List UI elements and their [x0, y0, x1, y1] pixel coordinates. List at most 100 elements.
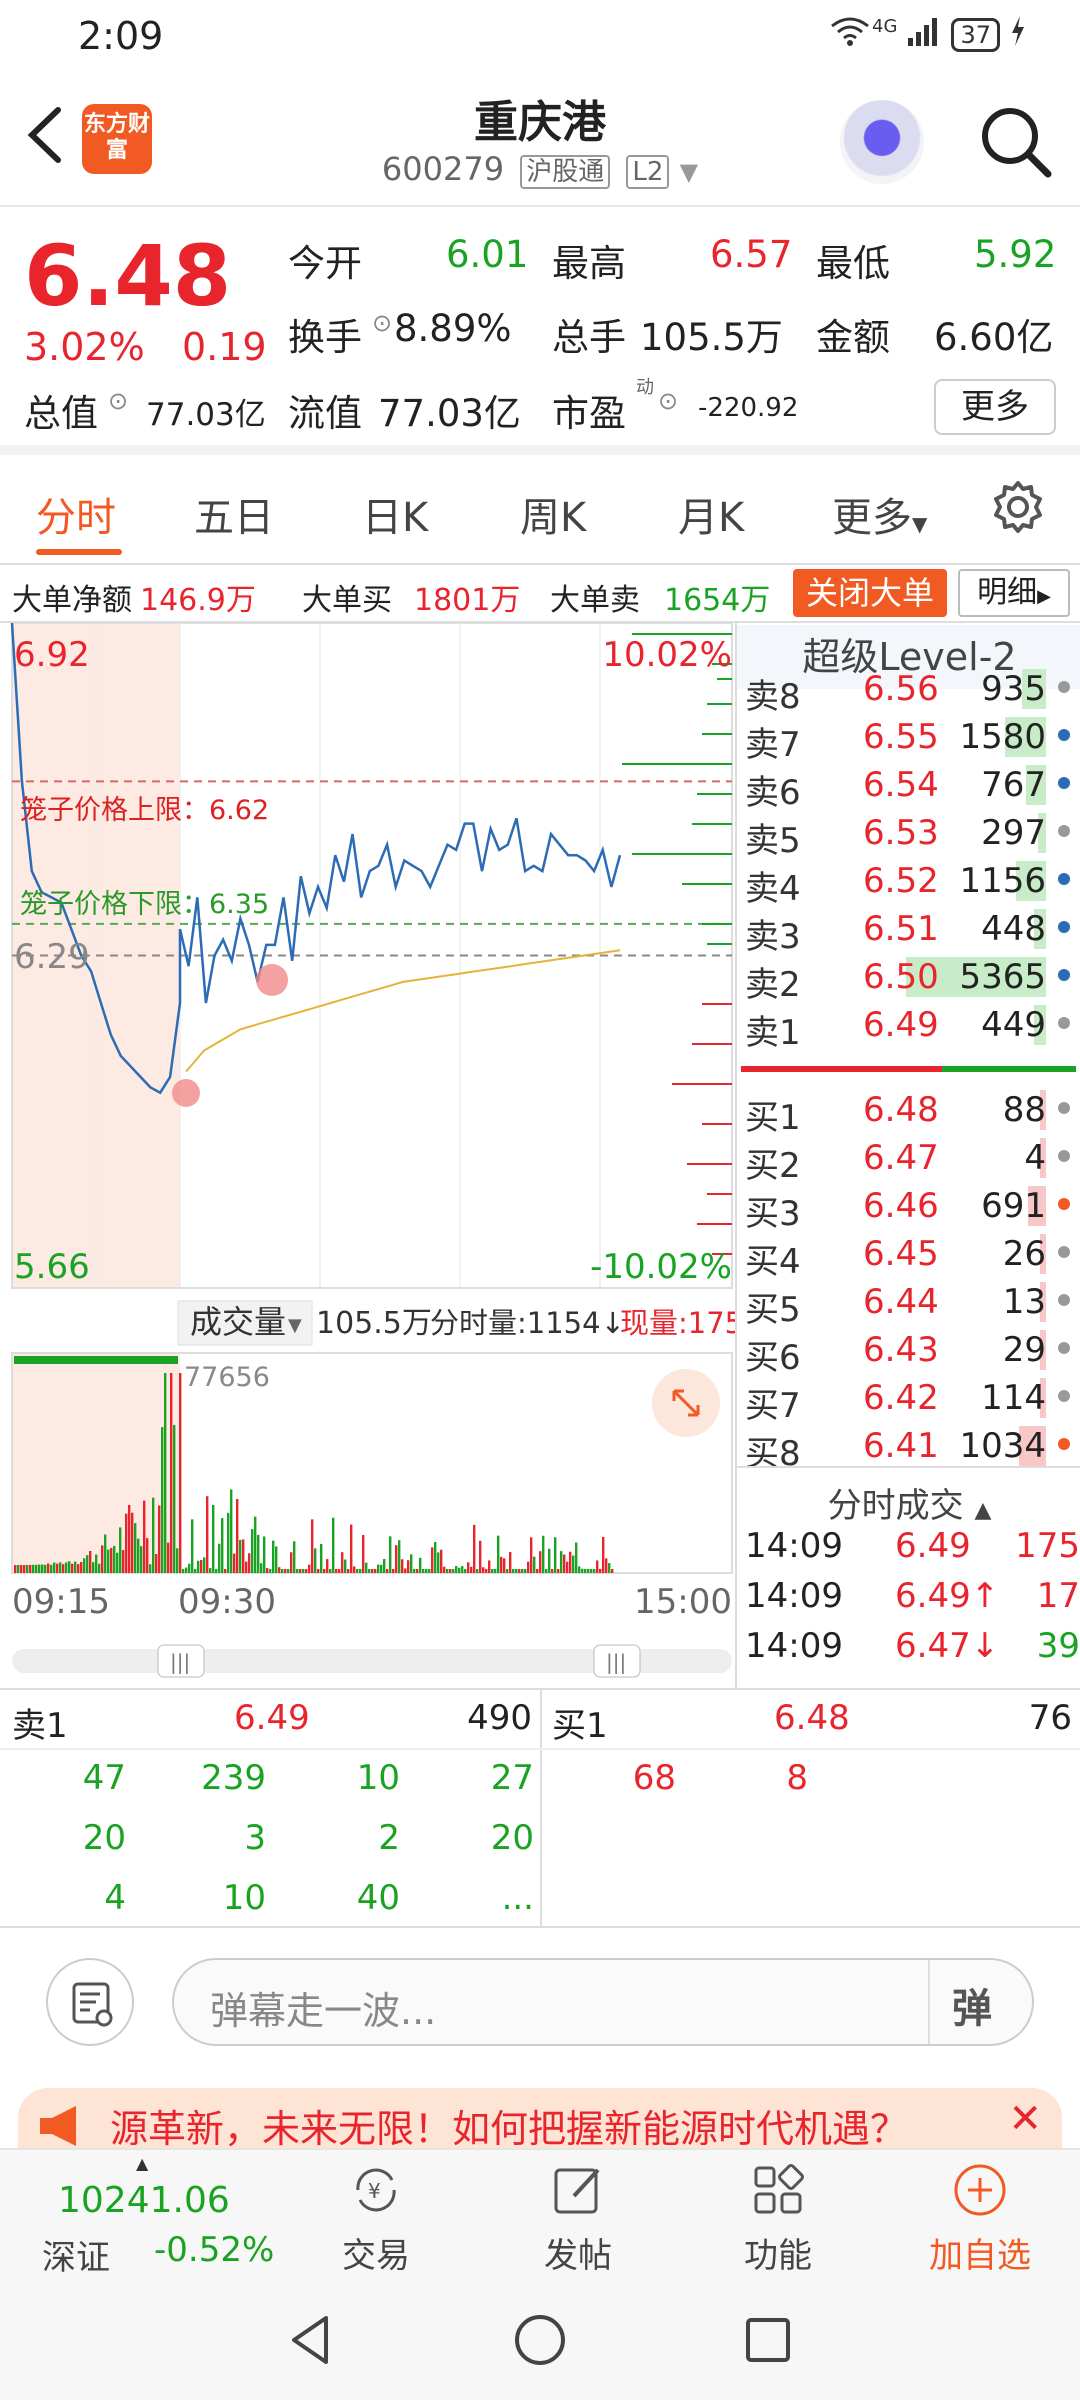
- big-order-bar: 大单净额 146.9万 大单买 1801万 大单卖 1654万 关闭大单 明细▶: [0, 565, 1080, 623]
- nav-trade[interactable]: ¥ 交易: [306, 2160, 446, 2277]
- more-quote-button[interactable]: 更多: [934, 379, 1056, 435]
- assistant-robot-icon[interactable]: [840, 100, 924, 184]
- volume-bar: [38, 1564, 41, 1573]
- ask-level-label: 卖4: [745, 869, 801, 909]
- home-circle-icon[interactable]: [510, 2310, 570, 2370]
- volume-bar: [41, 1564, 44, 1573]
- indicator-dot: [1058, 729, 1070, 741]
- detail-button[interactable]: 明细▶: [958, 569, 1070, 617]
- ask-row[interactable]: 卖4 6.52 1156: [745, 857, 1080, 909]
- info-circle-icon[interactable]: ⊙: [658, 387, 678, 415]
- bid-level-label: 买6: [745, 1338, 801, 1378]
- ask-row[interactable]: 卖8 6.56 935: [745, 665, 1080, 717]
- ask-row[interactable]: 卖5 6.53 297: [745, 809, 1080, 861]
- bid-row[interactable]: 买2 6.47 4: [745, 1134, 1080, 1186]
- depth-bar: [707, 1193, 732, 1195]
- grip-icon: |||: [170, 1650, 190, 1674]
- intraday-chart[interactable]: 6.92 6.29 5.66 10.02% -10.02% 笼子价格上限：6.6…: [0, 622, 743, 1688]
- trades-title[interactable]: 分时成交 ▲: [737, 1478, 1080, 1527]
- ask-row[interactable]: 卖7 6.55 1580: [745, 713, 1080, 765]
- bottom-nav: ▲ 10241.06 深证 -0.52% ¥ 交易 发帖 功能 加自选: [0, 2148, 1080, 2280]
- level2-panel: 超级Level-2 卖8 6.56 935 卖7 6.55 1580 卖6 6.54 767 卖5…: [735, 623, 1080, 1688]
- search-button[interactable]: [976, 102, 1054, 180]
- triangle-up-icon: ▲: [974, 1498, 992, 1523]
- volume-bar: [29, 1564, 32, 1573]
- bid-quantity: 114: [981, 1378, 1046, 1418]
- intraday-chart-area[interactable]: 6.92 6.29 5.66 10.02% -10.02% 笼子价格上限：6.6…: [0, 622, 743, 1688]
- bid-row[interactable]: 买8 6.41 1034: [745, 1422, 1080, 1474]
- volume-bar: [155, 1554, 158, 1573]
- volume-bar: [566, 1561, 569, 1573]
- promo-banner[interactable]: 源革新，未来无限！如何把握新能源时代机遇？ ✕: [18, 2088, 1062, 2148]
- danmaku-input[interactable]: 弹幕走一波... 弹: [172, 1958, 1034, 2046]
- volume-bar: [17, 1564, 20, 1573]
- y-prev-label: 6.29: [14, 937, 90, 977]
- ask-price: 6.54: [863, 765, 939, 805]
- dropdown-triangle-icon[interactable]: ▼: [680, 158, 698, 186]
- gear-icon: [994, 481, 1042, 533]
- tab-monthly-k[interactable]: 月K: [678, 485, 744, 543]
- volume-bar: [386, 1569, 389, 1573]
- ask-row[interactable]: 卖2 6.50 5365: [745, 953, 1080, 1005]
- volume-bar: [224, 1569, 227, 1573]
- recent-apps-icon[interactable]: [738, 2310, 798, 2370]
- buy-marker[interactable]: [172, 1079, 200, 1107]
- indicator-dot: [1058, 1017, 1070, 1029]
- bid-row[interactable]: 买7 6.42 114: [745, 1374, 1080, 1426]
- divider: [737, 1466, 1080, 1468]
- depth-bar: [632, 853, 732, 855]
- volume-bar: [140, 1546, 143, 1573]
- tab-intraday[interactable]: 分时: [36, 485, 116, 543]
- volume-bar: [398, 1540, 401, 1573]
- volume-bar: [551, 1569, 554, 1573]
- volume-bar: [467, 1562, 470, 1573]
- quote-panel: 6.48 3.02% 0.19 今开 6.01 最高 6.57 最低 5.92 …: [0, 207, 1080, 455]
- index-value: 10241.06: [58, 2180, 230, 2221]
- indicator-dot: [1058, 777, 1070, 789]
- tab-weekly-k[interactable]: 周K: [520, 485, 586, 543]
- volume-bar: [413, 1569, 416, 1573]
- volume-bar: [275, 1546, 278, 1573]
- bid-price: 6.46: [863, 1186, 939, 1226]
- preopen-volume-bar: [14, 1356, 178, 1364]
- settings-button[interactable]: [990, 479, 1046, 535]
- tab-more[interactable]: 更多▼: [832, 485, 927, 543]
- volume-bar: [173, 1424, 176, 1573]
- active-tab-indicator: [36, 549, 122, 555]
- back-triangle-icon[interactable]: [282, 2310, 342, 2370]
- bid-row[interactable]: 买5 6.44 13: [745, 1278, 1080, 1330]
- nav-function[interactable]: 功能: [708, 2160, 848, 2277]
- tab-daily-k[interactable]: 日K: [362, 485, 428, 543]
- info-circle-icon[interactable]: ⊙: [372, 309, 392, 337]
- note-settings-button[interactable]: [46, 1958, 134, 2046]
- ask-row[interactable]: 卖3 6.51 448: [745, 905, 1080, 957]
- ask-row[interactable]: 卖1 6.49 449: [745, 1001, 1080, 1053]
- index-ticker[interactable]: ▲ 10241.06 深证 -0.52%: [20, 2154, 280, 2278]
- volume-bar: [485, 1569, 488, 1573]
- close-icon[interactable]: ✕: [1008, 2096, 1042, 2142]
- info-circle-icon[interactable]: ⊙: [108, 387, 128, 415]
- volume-bar: [326, 1559, 329, 1573]
- sell-marker[interactable]: [256, 964, 288, 996]
- volume-selector-label: 成交量: [190, 1303, 286, 1341]
- bid-row[interactable]: 买6 6.43 29: [745, 1326, 1080, 1378]
- queue-order: 27: [490, 1758, 534, 1798]
- volume-bar: [521, 1569, 524, 1573]
- close-big-order-button[interactable]: 关闭大单: [793, 569, 947, 617]
- amount-label: 金额: [816, 316, 890, 359]
- status-bar: 2:09 4G 37: [0, 0, 1080, 72]
- volume-bar: [395, 1545, 398, 1573]
- big-buy-value: 1801万: [414, 583, 521, 618]
- bid-row[interactable]: 买4 6.45 26: [745, 1230, 1080, 1282]
- nav-post[interactable]: 发帖: [508, 2160, 648, 2277]
- ask-row[interactable]: 卖6 6.54 767: [745, 761, 1080, 813]
- tab-five-day[interactable]: 五日: [194, 485, 274, 543]
- nav-add-watchlist[interactable]: 加自选: [910, 2160, 1050, 2277]
- bid-row[interactable]: 买1 6.48 88: [745, 1086, 1080, 1138]
- danmaku-toggle-button[interactable]: 弹: [952, 1976, 992, 2034]
- volume-bar: [431, 1547, 434, 1573]
- bid-row[interactable]: 买3 6.46 691: [745, 1182, 1080, 1234]
- volume-bar: [311, 1519, 314, 1573]
- volume-bar: [329, 1569, 332, 1573]
- search-icon: [982, 108, 1052, 178]
